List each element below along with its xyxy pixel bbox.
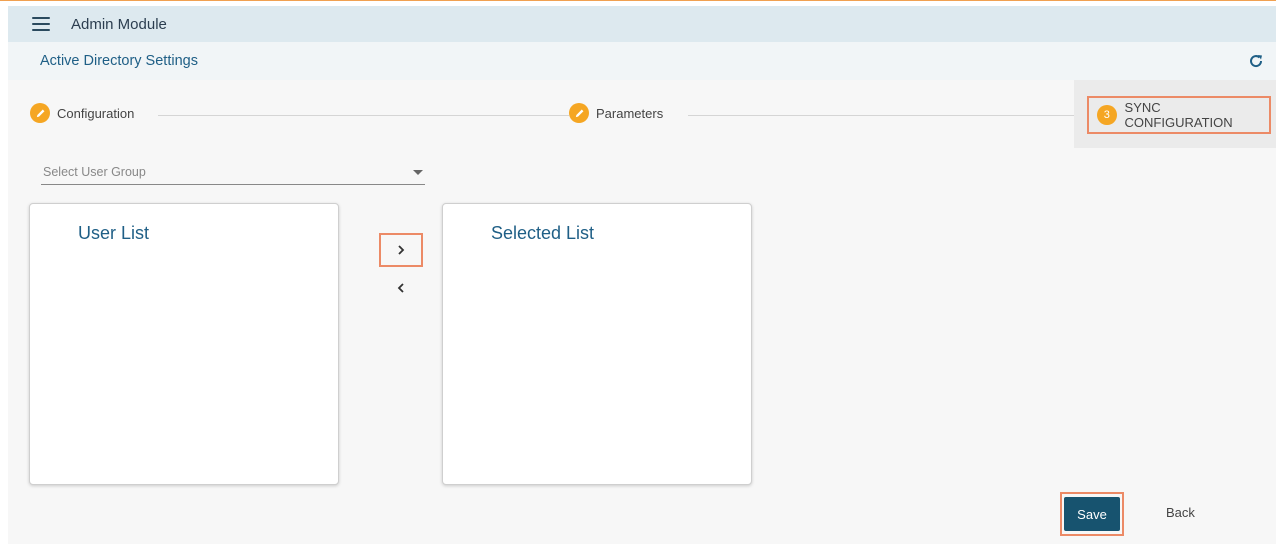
hamburger-menu-icon[interactable] <box>32 17 50 31</box>
move-left-button[interactable] <box>379 271 423 305</box>
step-connector <box>688 115 1074 116</box>
pencil-icon <box>30 103 50 123</box>
select-placeholder: Select User Group <box>43 165 146 179</box>
content-area: Configuration Parameters 3 SYNC CONFIGUR… <box>8 80 1276 544</box>
step-sync-configuration[interactable]: 3 SYNC CONFIGURATION <box>1087 96 1271 134</box>
selected-list-panel[interactable]: Selected List <box>442 203 752 485</box>
selected-list-title: Selected List <box>491 223 595 243</box>
refresh-icon[interactable] <box>1248 53 1264 69</box>
page-title: Active Directory Settings <box>40 53 198 69</box>
move-right-button[interactable] <box>379 233 423 267</box>
save-button-highlight: Save <box>1060 492 1124 536</box>
step-label: Parameters <box>596 105 664 121</box>
pencil-icon <box>569 103 589 123</box>
user-list-title: User List <box>78 223 150 243</box>
page-subheader: Active Directory Settings <box>8 42 1276 80</box>
step-configuration[interactable]: Configuration <box>30 103 143 123</box>
step-label: SYNC CONFIGURATION <box>1124 100 1233 130</box>
step-parameters[interactable]: Parameters <box>569 103 672 123</box>
caret-down-icon <box>413 169 423 175</box>
app-header: Admin Module <box>8 6 1276 42</box>
step-label: Configuration <box>57 105 135 121</box>
stepper: Configuration Parameters 3 SYNC CONFIGUR… <box>8 80 1276 148</box>
back-button[interactable]: Back <box>1166 505 1195 520</box>
user-list-panel[interactable]: User List <box>29 203 339 485</box>
chevron-left-icon <box>397 283 404 293</box>
step-number-badge: 3 <box>1097 105 1117 125</box>
header-title: Admin Module <box>71 15 167 33</box>
chevron-right-icon <box>398 245 405 255</box>
user-group-select[interactable]: Select User Group <box>41 160 425 185</box>
step-connector <box>158 115 570 116</box>
save-button[interactable]: Save <box>1064 497 1120 531</box>
